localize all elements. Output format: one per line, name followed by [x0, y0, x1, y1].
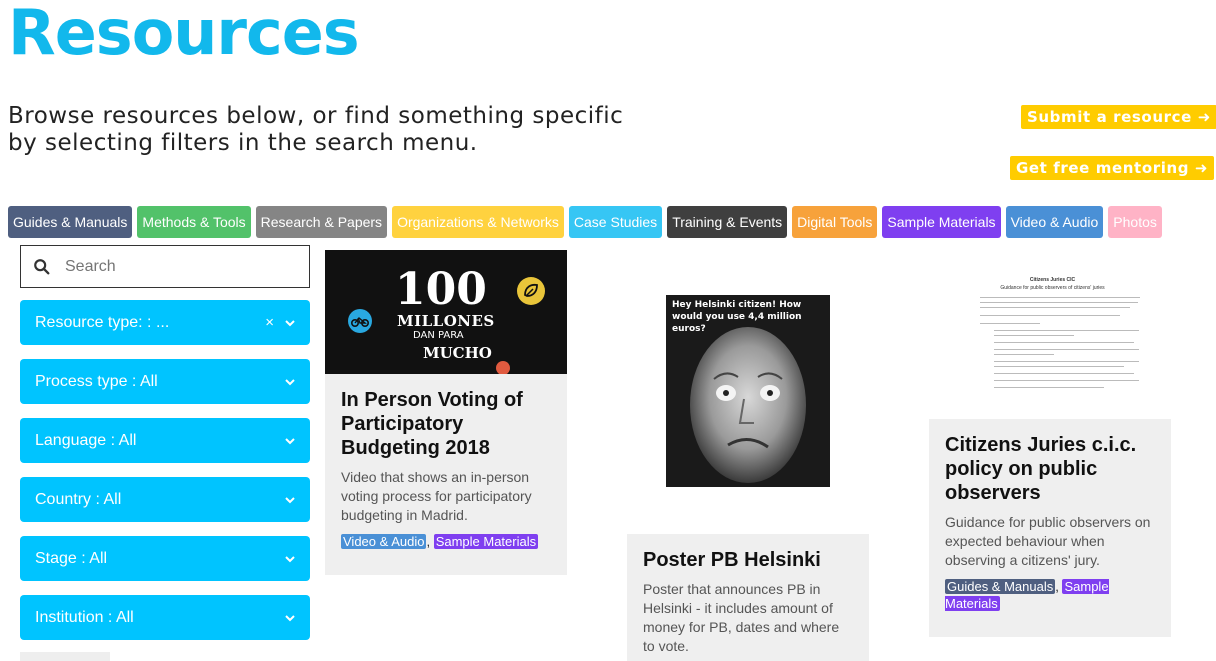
card-title[interactable]: Poster PB Helsinki — [643, 548, 853, 572]
card-image-poster-helsinki[interactable]: Hey Helsinki citizen! How would you use … — [666, 295, 830, 487]
image-headline-number: 100 — [395, 264, 487, 315]
chip-research-papers[interactable]: Research & Papers — [255, 206, 388, 238]
card-body: Citizens Juries c.i.c. policy on public … — [929, 419, 1171, 637]
filter-sidebar: Resource type: : ... × Process type : Al… — [20, 245, 310, 654]
document-line — [994, 342, 1134, 343]
search-input[interactable] — [63, 256, 297, 277]
chip-methods-tools[interactable]: Methods & Tools — [137, 206, 251, 238]
tag-guides-manuals[interactable]: Guides & Manuals — [945, 579, 1056, 594]
institution-label: Institution : All — [35, 608, 134, 626]
document-line — [980, 302, 1138, 303]
chevron-down-icon — [285, 614, 295, 621]
marker-icon — [496, 361, 510, 374]
submit-resource-button[interactable]: Submit a resource ➜ — [1021, 105, 1216, 129]
card-description: Poster that announces PB in Helsinki - i… — [643, 581, 840, 654]
chip-sample-materials[interactable]: Sample Materials — [882, 206, 1001, 238]
face-photo — [690, 327, 806, 483]
bicycle-icon — [348, 309, 372, 333]
document-line — [980, 323, 1040, 324]
document-line — [980, 307, 1130, 308]
image-text-line: DAN PARA — [413, 330, 464, 341]
card-description: Guidance for public observers on expecte… — [945, 514, 1151, 568]
chevron-down-icon — [285, 437, 295, 444]
chip-training-events[interactable]: Training & Events — [667, 206, 788, 238]
language-filter[interactable]: Language : All — [20, 418, 310, 463]
resource-type-filter[interactable]: Resource type: : ... × — [20, 300, 310, 345]
card-title[interactable]: Citizens Juries c.i.c. policy on public … — [945, 433, 1155, 505]
language-label: Language : All — [35, 431, 137, 449]
card-body: In Person Voting of Participatory Budget… — [325, 374, 567, 575]
chevron-down-icon — [285, 496, 295, 503]
category-chips: Guides & Manuals Methods & Tools Researc… — [8, 206, 1162, 238]
document-line — [994, 380, 1139, 381]
card-title[interactable]: In Person Voting of Participatory Budget… — [341, 388, 551, 460]
chip-photos[interactable]: Photos — [1108, 206, 1162, 238]
clear-icon[interactable]: × — [265, 314, 274, 331]
card-description: Video that shows an in-person voting pro… — [341, 469, 532, 523]
card-body: Poster PB Helsinki Poster that announces… — [627, 534, 869, 661]
document-line — [994, 335, 1074, 336]
card-image-document[interactable]: Citizens Juries CIC Guidance for public … — [960, 275, 1145, 405]
document-line — [994, 330, 1139, 331]
get-mentoring-button[interactable]: Get free mentoring ➜ — [1010, 156, 1215, 180]
tag-video-audio[interactable]: Video & Audio — [341, 534, 427, 549]
document-line — [980, 297, 1140, 298]
document-line — [994, 361, 1139, 362]
chip-case-studies[interactable]: Case Studies — [568, 206, 663, 238]
chip-organizations-networks[interactable]: Organizations & Networks — [392, 206, 564, 238]
tag-sample-materials[interactable]: Sample Materials — [433, 534, 539, 549]
sidebar-more-filters — [20, 652, 110, 661]
chip-video-audio[interactable]: Video & Audio — [1005, 206, 1104, 238]
page-subtitle: Browse resources below, or find somethin… — [8, 103, 624, 156]
page-title: Resources — [8, 0, 360, 69]
country-label: Country : All — [35, 490, 122, 508]
chip-guides-manuals[interactable]: Guides & Manuals — [8, 206, 133, 238]
stage-filter[interactable]: Stage : All — [20, 536, 310, 581]
process-type-label: Process type : All — [35, 372, 158, 390]
document-line — [980, 315, 1120, 316]
document-subheading: Guidance for public observers of citizen… — [1000, 285, 1105, 291]
document-line — [994, 366, 1124, 367]
document-line — [994, 387, 1104, 388]
chevron-down-icon — [285, 555, 295, 562]
document-heading: Citizens Juries CIC — [1029, 277, 1076, 283]
country-filter[interactable]: Country : All — [20, 477, 310, 522]
document-line — [994, 373, 1134, 374]
document-line — [994, 349, 1139, 350]
document-line — [994, 354, 1054, 355]
resource-type-label: Resource type: : ... — [35, 313, 170, 331]
institution-filter[interactable]: Institution : All — [20, 595, 310, 640]
search-box[interactable] — [20, 245, 310, 288]
card-tags: Video & Audio, Sample Materials — [341, 534, 539, 549]
chevron-down-icon — [285, 319, 295, 326]
process-type-filter[interactable]: Process type : All — [20, 359, 310, 404]
stage-label: Stage : All — [35, 549, 108, 567]
card-tags: Guides & Manuals, Sample Materials — [945, 579, 1109, 611]
leaf-icon — [517, 277, 545, 305]
chip-digital-tools[interactable]: Digital Tools — [792, 206, 878, 238]
chevron-down-icon — [285, 378, 295, 385]
image-text-line: MUCHO — [423, 344, 492, 362]
search-icon — [34, 258, 50, 274]
card-image-100-millones[interactable]: 100 MILLONES DAN PARA MUCHO — [325, 250, 567, 374]
image-text-line: MILLONES — [397, 312, 495, 330]
